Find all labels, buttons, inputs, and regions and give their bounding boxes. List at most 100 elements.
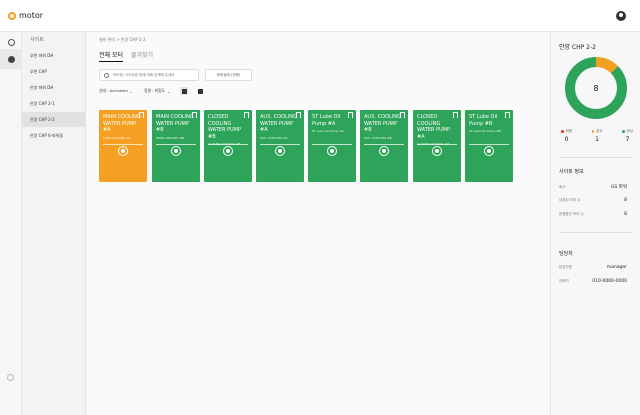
site-info-key: 내재된 모터 수 — [559, 198, 581, 202]
location-icon — [7, 55, 15, 63]
donut-center-value: 8 — [593, 84, 598, 93]
tab-favorites[interactable]: 즐겨찾기 — [131, 50, 153, 62]
globe-icon — [7, 38, 15, 46]
tab-all-motors[interactable]: 전체 모터 — [99, 50, 123, 62]
sort-filter-dropdown[interactable]: 정렬 : 최협도 ⌄ — [144, 88, 170, 94]
site-info-key: 회사 — [559, 184, 566, 189]
tab-bar: 전체 모터 즐겨찾기 — [99, 50, 153, 62]
card-divider — [469, 144, 509, 145]
sidebar-item-bucheon-chp[interactable]: 부천 CHP — [22, 64, 86, 79]
rail-sites-button[interactable] — [0, 49, 22, 69]
icon-rail — [0, 32, 22, 415]
app-logo[interactable]: motor — [8, 11, 43, 20]
status-indicator-icon — [484, 146, 494, 156]
motor-card[interactable]: AUX. COOLING WATER PUMP #B AUX. COOLING … — [360, 110, 408, 182]
legend-count: 7 — [625, 136, 630, 143]
status-indicator-icon — [432, 146, 442, 156]
bookmark-icon[interactable] — [244, 112, 249, 118]
divider — [559, 157, 633, 158]
motor-card[interactable]: ST Lube Oil Pump #B ST Lube Oil Pump #B — [465, 110, 513, 182]
sidebar-item-anyang-chp-2-1[interactable]: 안양 CHP 2-1 — [22, 96, 86, 111]
settings-gear-icon[interactable] — [7, 374, 14, 381]
bookmark-icon[interactable] — [505, 112, 510, 118]
divider — [559, 232, 633, 233]
load-status-filter-button[interactable]: 부하상태 (전체) — [205, 69, 252, 81]
status-indicator-icon — [118, 146, 128, 156]
bookmark-icon[interactable] — [400, 112, 405, 118]
legend-label: 정상 — [626, 129, 633, 133]
card-view-icon — [181, 88, 187, 94]
manager-key: 담당자명 — [559, 265, 572, 269]
card-divider — [260, 144, 300, 145]
grid-view-button[interactable] — [196, 87, 204, 95]
site-info-installed-motors: 내재된 모터 수 8 — [559, 198, 627, 203]
motor-card[interactable]: MAIN COOLING WATER PUMP #A MAIN COOLING … — [99, 110, 147, 182]
sidebar-item-label: 안양 CHP 6-파워동 — [30, 132, 64, 138]
panel-title: 안양 CHP 2-2 — [559, 44, 596, 51]
manager-phone: 연락처 010-0000-0000 — [559, 279, 627, 284]
status-indicator-icon — [171, 146, 181, 156]
motor-card-subtitle: AUX. COOLING #B — [364, 135, 392, 140]
card-divider — [312, 144, 352, 145]
bookmark-icon[interactable] — [453, 112, 458, 118]
site-info-key: 운행중인 모터 수 — [559, 212, 584, 216]
sidebar-item-anyang-power-dh[interactable]: 안양 파워 DH — [22, 80, 86, 95]
card-view-button[interactable] — [180, 87, 188, 95]
grid-view-icon — [197, 88, 203, 94]
state-filter-dropdown[interactable]: 상태 : Activated ⌄ — [99, 88, 133, 94]
motor-card-title: CLOSED COOLING WATER PUMP #A — [417, 114, 450, 140]
motor-card[interactable]: ST Lube Oil Pump #A ST Lube Oil Pump #A — [308, 110, 356, 182]
sidebar-item-label: 부천 파워 DH — [30, 52, 54, 58]
motor-card[interactable]: CLOSED COOLING WATER PUMP #A CLOSED COOL… — [413, 110, 461, 182]
motor-card[interactable]: MAIN COOLING WATER PUMP #B MAIN COOLING … — [152, 110, 200, 182]
user-account-icon[interactable] — [616, 11, 626, 21]
legend-dot-icon — [622, 130, 625, 133]
search-input[interactable] — [113, 73, 197, 77]
site-info-title: 사이트 정보 — [559, 169, 584, 175]
motor-card-title: ST Lube Oil Pump #B — [469, 114, 498, 127]
legend-normal: 정상 7 — [622, 129, 633, 143]
legend-count: 1 — [595, 136, 599, 143]
motor-card-subtitle: AUX. COOLING #A — [260, 135, 288, 140]
status-indicator-icon — [379, 146, 389, 156]
manager-title: 담당자 — [559, 251, 573, 257]
manager-name: 담당자명 manager — [559, 265, 627, 270]
bookmark-icon[interactable] — [296, 112, 301, 118]
manager-value: 010-0000-0000 — [592, 279, 627, 284]
motor-card-title: MAIN COOLING WATER PUMP #A — [103, 114, 141, 133]
status-legend: 위험 0 경고 1 정상 7 — [561, 129, 633, 143]
motor-card[interactable]: AUX. COOLING WATER PUMP #A AUX. COOLING … — [256, 110, 304, 182]
motor-card-title: CLOSED COOLING WATER PUMP #B — [208, 114, 241, 140]
sort-filter-label: 정렬 : 최협도 — [144, 88, 166, 93]
bookmark-icon[interactable] — [348, 112, 353, 118]
search-box[interactable] — [99, 69, 199, 81]
card-divider — [156, 144, 196, 145]
status-indicator-icon — [327, 146, 337, 156]
site-info-company: 회사 GS 파워 — [559, 184, 627, 191]
sidebar-item-bucheon-power-dh[interactable]: 부천 파워 DH — [22, 48, 86, 63]
site-info-value: 8 — [624, 212, 627, 217]
sidebar-item-label: 부천 CHP — [30, 68, 47, 74]
chevron-down-icon: ⌄ — [167, 88, 171, 94]
bookmark-icon[interactable] — [192, 112, 197, 118]
motor-card[interactable]: CLOSED COOLING WATER PUMP #B CLOSED COOL… — [204, 110, 252, 182]
sidebar-item-anyang-chp-6[interactable]: 안양 CHP 6-파워동 — [22, 128, 86, 143]
top-bar: motor — [0, 0, 640, 32]
sidebar-item-anyang-chp-2-2[interactable]: 안양 CHP 2-2 — [22, 112, 86, 127]
main-content: 설비 관리 > 안양 CHP 2-2 전체 모터 즐겨찾기 부하상태 (전체) … — [86, 32, 550, 415]
logo-text: motor — [19, 11, 44, 20]
bookmark-icon[interactable] — [139, 112, 144, 118]
site-info-value: GS 파워 — [610, 185, 627, 190]
motor-card-title: MAIN COOLING WATER PUMP #B — [156, 114, 194, 133]
legend-count: 0 — [564, 136, 569, 143]
breadcrumb: 설비 관리 > 안양 CHP 2-2 — [99, 37, 146, 42]
manager-value: manager — [606, 265, 627, 270]
site-summary-panel: 안양 CHP 2-2 8 위험 0 경고 1 정상 7 사이트 정보 회사 GS… — [550, 32, 640, 415]
card-divider — [208, 144, 248, 145]
search-icon — [104, 72, 109, 78]
sidebar-item-label: 안양 CHP 2-2 — [30, 116, 55, 122]
motor-card-subtitle: MAIN COOLING #B — [156, 135, 185, 140]
card-divider — [103, 144, 143, 145]
motor-status-donut: 8 — [565, 57, 627, 119]
site-info-running-motors: 운행중인 모터 수 8 — [559, 212, 627, 217]
